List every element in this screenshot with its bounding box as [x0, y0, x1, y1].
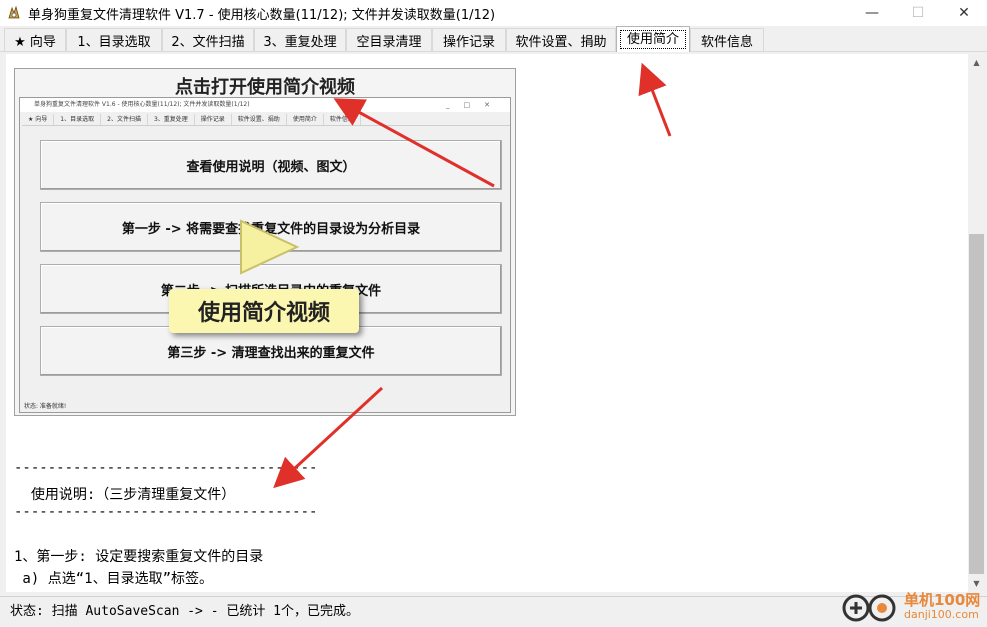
- preview-status: 状态: 准备就绪!: [24, 403, 67, 410]
- tab-label: 空目录清理: [356, 34, 422, 50]
- tab-settings-donate[interactable]: 软件设置、捐助: [506, 28, 616, 51]
- scroll-thumb[interactable]: [969, 234, 984, 574]
- title-bar: 单身狗重复文件清理软件 V1.7 - 使用核心数量(11/12); 文件并发读取…: [0, 0, 987, 26]
- preview-tab: 3、重复处理: [148, 114, 195, 125]
- tab-label: 操作记录: [442, 34, 495, 50]
- status-text: 状态: 扫描 AutoSaveScan -> - 已统计 1个，已完成。: [10, 604, 360, 619]
- doc-rule-bottom: ------------------------------------: [14, 504, 318, 520]
- preview-tab: ★ 向导: [22, 114, 55, 125]
- site-watermark: 单机100网 danji100.com: [838, 586, 987, 626]
- intro-video-label: 使用简介视频: [169, 289, 359, 333]
- preview-tab: 操作记录: [195, 114, 232, 125]
- tab-label: ★ 向导: [14, 34, 56, 50]
- preview-tab: 使用简介: [287, 114, 324, 125]
- preview-tab: 软件设置、捐助: [232, 114, 287, 125]
- tab-label: 软件设置、捐助: [515, 34, 607, 50]
- preview-view-manual-button: 查看使用说明（视频、图文）: [40, 140, 502, 190]
- minimize-button[interactable]: —: [849, 0, 895, 26]
- preview-step3-button: 第三步 -> 清理查找出来的重复文件: [40, 326, 502, 376]
- doc-step1: 1、第一步: 设定要搜索重复文件的目录: [14, 549, 264, 565]
- tab-empty-dir-clean[interactable]: 空目录清理: [346, 28, 432, 51]
- tab-duplicate-process[interactable]: 3、重复处理: [254, 28, 346, 51]
- window-title: 单身狗重复文件清理软件 V1.7 - 使用核心数量(11/12); 文件并发读取…: [28, 7, 496, 23]
- app-dog-icon: [6, 5, 22, 21]
- preview-window-title: 单身狗重复文件清理软件 V1.6 - 使用核心数量(11/12); 文件并发读取…: [20, 98, 510, 112]
- preview-tab: 1、目录选取: [54, 114, 102, 125]
- tab-usage-intro[interactable]: 使用简介: [616, 26, 690, 52]
- watermark-logo-icon: [842, 594, 896, 622]
- tab-label: 3、重复处理: [263, 34, 337, 50]
- app-window: 单身狗重复文件清理软件 V1.7 - 使用核心数量(11/12); 文件并发读取…: [0, 0, 987, 627]
- play-icon[interactable]: [233, 217, 303, 277]
- preview-heading[interactable]: 点击打开使用简介视频: [15, 73, 515, 99]
- tab-label: 1、目录选取: [77, 34, 151, 50]
- intro-video-preview[interactable]: 点击打开使用简介视频 单身狗重复文件清理软件 V1.6 - 使用核心数量(11/…: [14, 68, 516, 416]
- tab-label: 2、文件扫描: [171, 34, 245, 50]
- doc-step1a: a) 点选“1、目录选取”标签。: [14, 571, 214, 587]
- preview-tab-strip: ★ 向导 1、目录选取 2、文件扫描 3、重复处理 操作记录 软件设置、捐助 使…: [22, 114, 510, 126]
- window-controls: — ☐ ✕: [849, 0, 987, 26]
- tab-file-scan[interactable]: 2、文件扫描: [162, 28, 254, 51]
- watermark-url: danji100.com: [904, 607, 979, 621]
- tab-strip: ★ 向导 1、目录选取 2、文件扫描 3、重复处理 空目录清理 操作记录 软件设…: [0, 26, 987, 52]
- close-button[interactable]: ✕: [941, 0, 987, 26]
- watermark-site-name: 单机100网: [904, 590, 981, 609]
- tab-dir-select[interactable]: 1、目录选取: [66, 28, 162, 51]
- scroll-up-arrow-icon[interactable]: ▲: [968, 54, 985, 71]
- tab-label: 软件信息: [700, 34, 753, 50]
- maximize-button[interactable]: ☐: [895, 0, 941, 26]
- vertical-scrollbar[interactable]: ▲ ▼: [968, 54, 985, 592]
- tab-label: 使用简介: [619, 30, 686, 49]
- doc-rule-top: ------------------------------------: [14, 460, 318, 476]
- tab-operation-log[interactable]: 操作记录: [432, 28, 506, 51]
- tab-wizard[interactable]: ★ 向导: [4, 28, 66, 51]
- tab-software-info[interactable]: 软件信息: [690, 28, 764, 51]
- preview-tab: 2、文件扫描: [101, 114, 148, 125]
- usage-intro-panel[interactable]: 点击打开使用简介视频 单身狗重复文件清理软件 V1.6 - 使用核心数量(11/…: [6, 54, 968, 592]
- preview-window-controls: _□✕: [446, 101, 504, 109]
- doc-heading: 使用说明:（三步清理重复文件）: [14, 487, 236, 503]
- preview-tab: 软件信息: [324, 114, 361, 125]
